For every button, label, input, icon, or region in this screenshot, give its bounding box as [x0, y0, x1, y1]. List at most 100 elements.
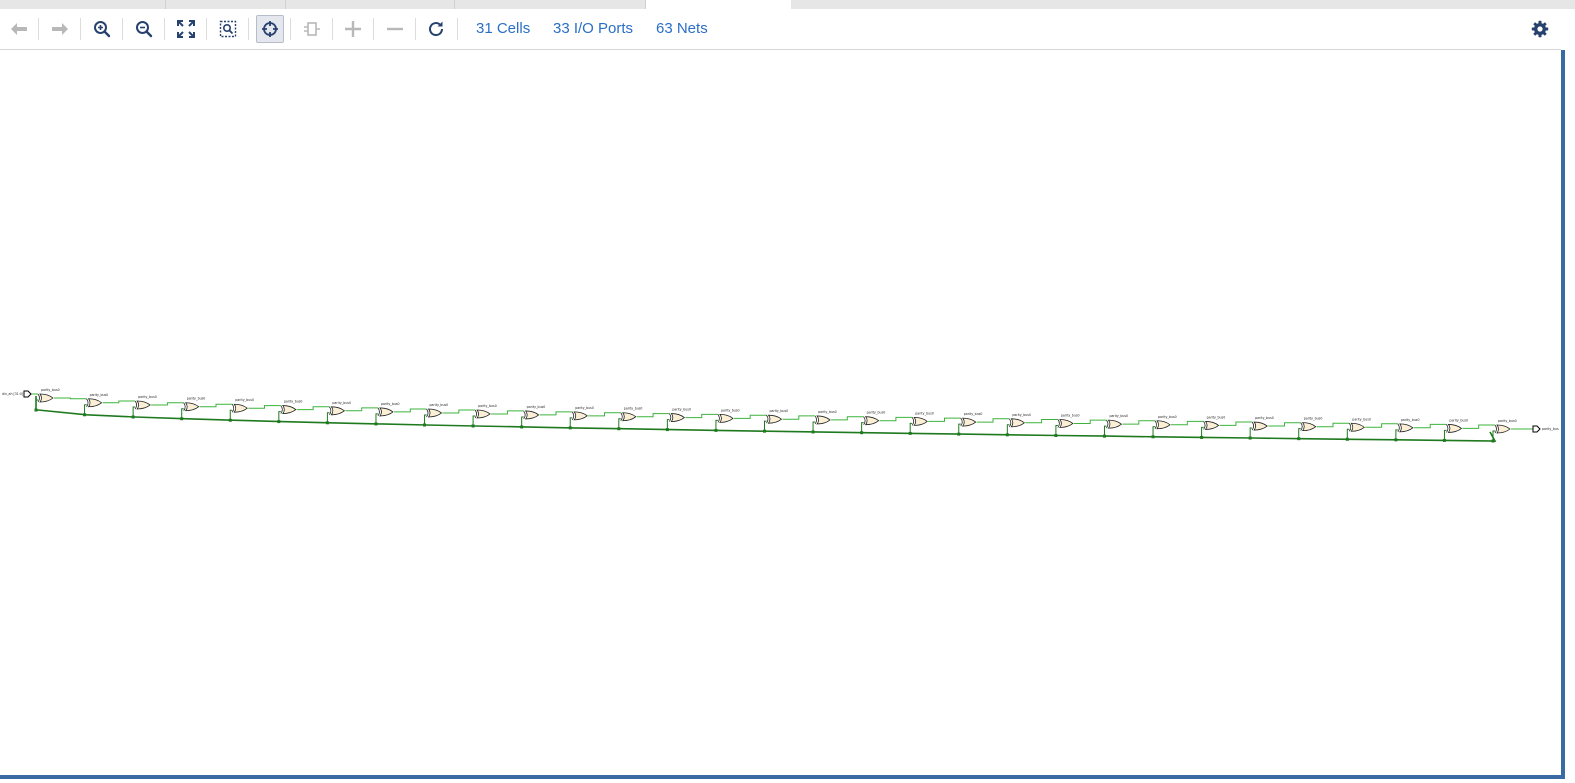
- schematic-toolbar: 31 Cells 33 I/O Ports 63 Nets: [0, 9, 1561, 50]
- refresh-button[interactable]: [422, 15, 450, 43]
- xor-gate-arc: [571, 411, 575, 421]
- xor-gate-cell[interactable]: parity_bus0: [277, 400, 302, 424]
- xor-gate-cell[interactable]: parity_bus0: [131, 395, 157, 419]
- cell-label: parity_bus0: [1449, 418, 1468, 422]
- xor-gate-cell[interactable]: parity_bus0: [860, 411, 885, 435]
- xor-gate-cell[interactable]: parity_bus0: [34, 388, 60, 412]
- xor-gate-body: [1107, 419, 1123, 429]
- xor-gate-cell[interactable]: parity_bus0: [83, 393, 108, 417]
- xor-gate-cell[interactable]: parity_bus0: [1151, 415, 1177, 439]
- xor-gate-arc: [474, 409, 477, 419]
- forward-button[interactable]: [46, 15, 74, 43]
- net-junction-dot: [520, 425, 524, 429]
- cell-label: parity_bus0: [430, 403, 449, 407]
- xor-gate-cell[interactable]: parity_bus0: [471, 404, 497, 428]
- xor-gate-cell[interactable]: parity_bus0: [957, 412, 982, 436]
- xor-gate-cell[interactable]: parity_bus0: [1005, 413, 1031, 437]
- io-ports-count-link[interactable]: 33 I/O Ports: [553, 20, 633, 37]
- xor-gate-cell[interactable]: parity_bus0: [423, 403, 448, 427]
- xor-gate-cell[interactable]: parity_bus0: [811, 410, 837, 434]
- autofit-selection-toggle[interactable]: [256, 15, 284, 43]
- editor-tab[interactable]: [455, 0, 646, 9]
- xor-gate-cell[interactable]: parity_bus0: [1345, 417, 1371, 441]
- xor-gate-cell[interactable]: parity_bus0: [617, 407, 642, 431]
- xor-gate-cell[interactable]: parity_bus0: [1248, 416, 1274, 440]
- net-junction-dot: [1491, 439, 1495, 443]
- xor-gate-cell[interactable]: parity_bus0: [374, 402, 400, 426]
- xor-gate-body: [330, 406, 346, 416]
- bottom-border: [0, 775, 1565, 779]
- back-button[interactable]: [5, 15, 33, 43]
- xor-gate-cell[interactable]: parity_bus0: [1491, 419, 1517, 443]
- xor-gate-body: [670, 413, 686, 422]
- input-port[interactable]: din_ah [31:0]: [2, 390, 32, 398]
- xor-gate-cell[interactable]: parity_bus0: [1102, 414, 1128, 438]
- schematic-canvas[interactable]: parity_bus0 parity_bus0 parity_bus0 parity_…: [0, 50, 1565, 775]
- nets-count-link[interactable]: 63 Nets: [656, 20, 708, 37]
- xor-gate-cell[interactable]: parity_bus0: [665, 408, 691, 432]
- xor-gate-arc: [1203, 421, 1206, 430]
- cell-label: parity_bus0: [672, 408, 691, 412]
- toolbar-separator: [122, 18, 123, 40]
- xor-gate-body: [136, 400, 151, 410]
- xor-gate-cell[interactable]: parity_bus0: [1394, 418, 1420, 442]
- cell-label: parity_bus0: [138, 395, 157, 399]
- zoom-area-icon: [219, 20, 237, 38]
- xor-gate-arc: [231, 403, 235, 413]
- back-arrow-icon: [11, 23, 27, 35]
- net-junction-dot: [83, 413, 87, 417]
- xor-gate-cell[interactable]: parity_bus0: [568, 406, 594, 430]
- xor-gate-cell[interactable]: parity_bus0: [180, 397, 205, 421]
- xor-gate-body: [524, 410, 540, 420]
- xor-gate-cell[interactable]: parity_bus0: [1442, 418, 1468, 442]
- xor-gate-arc: [280, 405, 283, 414]
- cell-label: parity_bus0: [1012, 413, 1031, 417]
- editor-tab-active[interactable]: [646, 0, 791, 9]
- xor-gate-body: [87, 398, 103, 408]
- xor-gate-cell[interactable]: parity_bus0: [1200, 415, 1225, 439]
- cell-label: parity_bus0: [964, 412, 983, 416]
- schematic-diagram[interactable]: parity_bus0 parity_bus0 parity_bus0 parity_…: [0, 50, 1561, 775]
- xor-gate-arc: [1494, 424, 1497, 434]
- editor-tab[interactable]: [286, 0, 455, 9]
- expand-cell-button[interactable]: [298, 15, 326, 43]
- xor-gate-cell[interactable]: parity_bus0: [714, 408, 740, 432]
- net-junction-dot: [228, 418, 232, 422]
- zoom-out-button[interactable]: [130, 15, 158, 43]
- xor-gate-cell[interactable]: parity_bus0: [908, 411, 934, 435]
- remove-button[interactable]: [381, 15, 409, 43]
- cell-label: parity_bus0: [575, 406, 594, 410]
- xor-gate-body: [961, 417, 977, 427]
- settings-button[interactable]: [1526, 15, 1554, 43]
- zoom-fit-button[interactable]: [172, 15, 200, 43]
- cell-label: parity_bus0: [90, 393, 109, 397]
- net-junction-dot: [860, 431, 864, 435]
- net-junction-dot: [374, 422, 378, 426]
- xor-gate-arc: [766, 414, 769, 424]
- editor-tab[interactable]: [0, 0, 166, 9]
- xor-gate-cell[interactable]: parity_bus0: [228, 398, 254, 422]
- xor-gate-cell[interactable]: parity_bus0: [325, 401, 351, 425]
- output-port[interactable]: parity_bus: [1532, 425, 1559, 433]
- xor-gate-body: [39, 393, 54, 403]
- toolbar-separator: [373, 18, 374, 40]
- editor-tab[interactable]: [166, 0, 286, 9]
- cells-count-link[interactable]: 31 Cells: [476, 20, 530, 37]
- xor-gate-arc: [523, 410, 526, 420]
- xor-gate-arc: [1009, 418, 1012, 428]
- add-button[interactable]: [339, 15, 367, 43]
- xor-gate-arc: [1300, 422, 1303, 431]
- xor-gate-cell[interactable]: parity_bus0: [1297, 417, 1322, 441]
- xor-gate-cell[interactable]: parity_bus0: [520, 405, 545, 429]
- net-junction-dot: [665, 428, 669, 432]
- xor-gate-cell[interactable]: parity_bus0: [1054, 413, 1080, 437]
- xor-gate-arc: [183, 402, 186, 411]
- cell-label: parity_bus0: [867, 411, 886, 415]
- gear-icon: [1531, 20, 1549, 38]
- xor-gate-cell[interactable]: parity_bus0: [763, 409, 788, 433]
- xor-gate-arc: [863, 416, 866, 425]
- zoom-area-button[interactable]: [214, 15, 242, 43]
- zoom-in-button[interactable]: [88, 15, 116, 43]
- xor-gate-arc: [426, 408, 429, 418]
- xor-gate-arc: [1397, 423, 1400, 433]
